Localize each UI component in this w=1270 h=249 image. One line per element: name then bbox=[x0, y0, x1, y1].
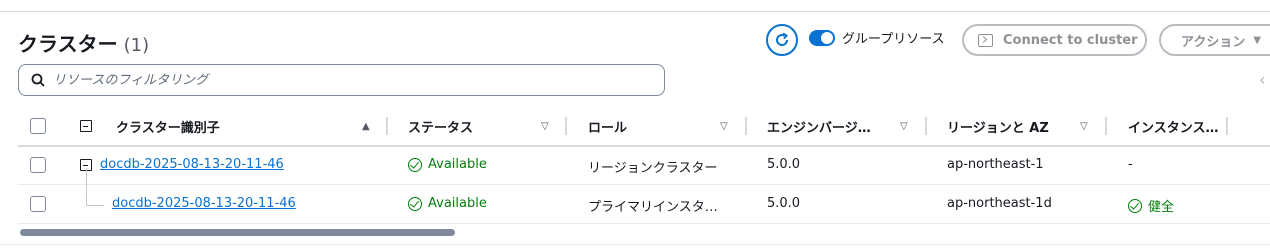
toggle-switch[interactable] bbox=[809, 29, 835, 46]
instance-identifier-link[interactable]: docdb-2025-08-13-20-11-46 bbox=[112, 196, 296, 211]
engine-version-cell: 5.0.0 bbox=[767, 196, 801, 211]
column-resizer[interactable] bbox=[1226, 117, 1228, 135]
column-header-instance[interactable]: インスタンス… bbox=[1128, 117, 1218, 136]
top-divider bbox=[0, 11, 1270, 12]
search-icon bbox=[31, 73, 45, 87]
caret-down-icon: ▼ bbox=[1253, 34, 1262, 46]
search-box[interactable] bbox=[18, 64, 665, 96]
title-text: クラスター bbox=[18, 32, 118, 56]
toggle-knob bbox=[821, 31, 833, 44]
instance-health-cell: 健全 bbox=[1128, 196, 1174, 215]
cluster-identifier-link[interactable]: docdb-2025-08-13-20-11-46 bbox=[100, 157, 284, 172]
group-resources-toggle[interactable]: グループリソース bbox=[809, 28, 945, 47]
role-cell: リージョンクラスター bbox=[588, 161, 718, 176]
bottom-divider bbox=[0, 244, 1270, 245]
connect-to-cluster-button[interactable]: Connect to cluster bbox=[962, 24, 1147, 56]
page-title: クラスター (1) bbox=[18, 28, 149, 57]
check-circle-icon bbox=[408, 196, 422, 211]
engine-version-cell: 5.0.0 bbox=[767, 157, 801, 172]
status-badge: Available bbox=[408, 157, 487, 172]
column-resizer[interactable] bbox=[1105, 117, 1107, 135]
collapse-all-icon[interactable] bbox=[80, 120, 92, 132]
status-badge: Available bbox=[408, 196, 487, 211]
column-resizer[interactable] bbox=[386, 117, 388, 135]
row-divider bbox=[18, 223, 1270, 224]
refresh-icon bbox=[776, 32, 789, 46]
row-checkbox[interactable] bbox=[30, 157, 46, 173]
sort-icon[interactable]: ▽ bbox=[541, 121, 549, 132]
header-divider bbox=[18, 145, 1270, 147]
terminal-icon bbox=[978, 33, 993, 47]
row-divider bbox=[18, 184, 1270, 185]
status-text: Available bbox=[428, 196, 487, 211]
column-header-status[interactable]: ステータス bbox=[408, 117, 473, 136]
tree-branch bbox=[86, 205, 104, 206]
column-header-identifier[interactable]: クラスター識別子 bbox=[116, 117, 220, 136]
tree-line bbox=[86, 168, 87, 206]
instance-health-cell: - bbox=[1128, 157, 1133, 172]
column-resizer[interactable] bbox=[925, 117, 927, 135]
sort-icon[interactable]: ▽ bbox=[1080, 121, 1088, 132]
actions-button-label: アクション bbox=[1181, 34, 1246, 50]
check-circle-icon bbox=[1128, 198, 1142, 213]
search-input[interactable] bbox=[53, 72, 633, 88]
region-az-cell: ap-northeast-1 bbox=[947, 157, 1044, 172]
column-header-region-az[interactable]: リージョンと AZ bbox=[947, 117, 1049, 136]
cluster-count: (1) bbox=[123, 35, 150, 56]
toggle-label: グループリソース bbox=[842, 32, 945, 47]
connect-button-label: Connect to cluster bbox=[1003, 32, 1138, 48]
health-text: 健全 bbox=[1148, 200, 1175, 215]
sort-ascending-icon[interactable]: ▲ bbox=[362, 121, 370, 132]
actions-dropdown-button[interactable]: アクション ▼ bbox=[1159, 24, 1270, 56]
region-az-cell: ap-northeast-1d bbox=[947, 196, 1052, 211]
column-resizer[interactable] bbox=[565, 117, 567, 135]
row-checkbox[interactable] bbox=[30, 196, 46, 212]
refresh-button[interactable] bbox=[766, 24, 798, 56]
column-header-engine-version[interactable]: エンジンバージ… bbox=[767, 117, 871, 136]
scrollbar-thumb[interactable] bbox=[20, 229, 455, 236]
select-all-checkbox[interactable] bbox=[30, 118, 46, 134]
column-header-role[interactable]: ロール bbox=[588, 117, 627, 136]
status-text: Available bbox=[428, 157, 487, 172]
role-cell: プライマリインスタ… bbox=[588, 200, 718, 215]
check-circle-icon bbox=[408, 157, 422, 172]
sort-icon[interactable]: ▽ bbox=[900, 121, 908, 132]
column-resizer[interactable] bbox=[745, 117, 747, 135]
chevron-left-icon[interactable]: ‹ bbox=[1259, 70, 1265, 89]
sort-icon[interactable]: ▽ bbox=[720, 121, 728, 132]
